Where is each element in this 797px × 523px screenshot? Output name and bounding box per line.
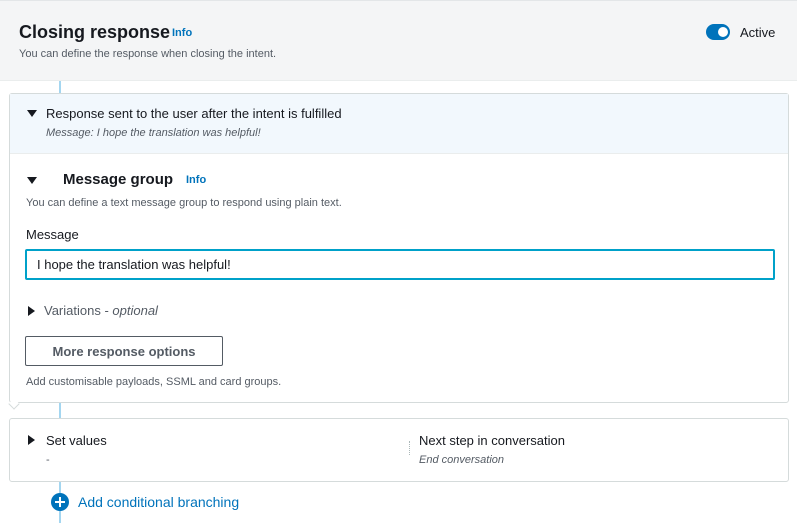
active-toggle-label: Active — [740, 25, 776, 40]
more-options-description: Add customisable payloads, SSML and card… — [26, 376, 282, 388]
next-step-value: End conversation — [419, 454, 504, 466]
flow-connector — [59, 403, 61, 418]
flow-connector — [59, 81, 61, 93]
fulfilled-section-header[interactable]: Response sent to the user after the inte… — [10, 94, 788, 154]
message-group-info-link[interactable]: Info — [186, 174, 206, 186]
flow-connector — [59, 511, 61, 523]
set-values-title[interactable]: Set values — [46, 433, 107, 448]
next-step-title: Next step in conversation — [419, 433, 565, 448]
message-group-title: Message group — [63, 171, 174, 188]
variations-optional: optional — [112, 303, 158, 318]
add-conditional-branching-label[interactable]: Add conditional branching — [78, 494, 239, 510]
fulfilled-section-title: Response sent to the user after the inte… — [46, 106, 342, 121]
caret-right-icon[interactable] — [28, 306, 35, 316]
message-group-description: You can define a text message group to r… — [26, 197, 342, 209]
card-pointer — [8, 398, 20, 410]
set-values-card: Set values - Next step in conversation E… — [9, 418, 789, 482]
closing-response-title: Closing response — [19, 22, 171, 42]
message-input[interactable] — [25, 249, 775, 280]
more-response-options-button[interactable]: More response options — [25, 336, 223, 366]
closing-response-info-link[interactable]: Info — [172, 27, 192, 39]
column-divider — [409, 441, 410, 455]
plus-circle-icon[interactable] — [51, 493, 69, 511]
message-label: Message — [26, 227, 79, 242]
caret-down-icon[interactable] — [27, 110, 37, 117]
add-conditional-branching-button[interactable]: Add conditional branching — [51, 493, 239, 511]
fulfilled-section-subtitle: Message: I hope the translation was help… — [46, 127, 261, 139]
variations-label: Variations - — [44, 303, 113, 318]
caret-down-icon[interactable] — [27, 177, 37, 184]
active-toggle[interactable] — [706, 24, 730, 40]
caret-right-icon[interactable] — [28, 435, 35, 445]
closing-response-header: Closing response Info You can define the… — [0, 0, 797, 81]
variations-toggle[interactable]: Variations - optional — [44, 303, 158, 318]
fulfilled-response-card: Response sent to the user after the inte… — [8, 93, 789, 410]
set-values-value: - — [46, 454, 50, 466]
flow-connector — [59, 482, 61, 493]
closing-response-description: You can define the response when closing… — [19, 48, 277, 60]
